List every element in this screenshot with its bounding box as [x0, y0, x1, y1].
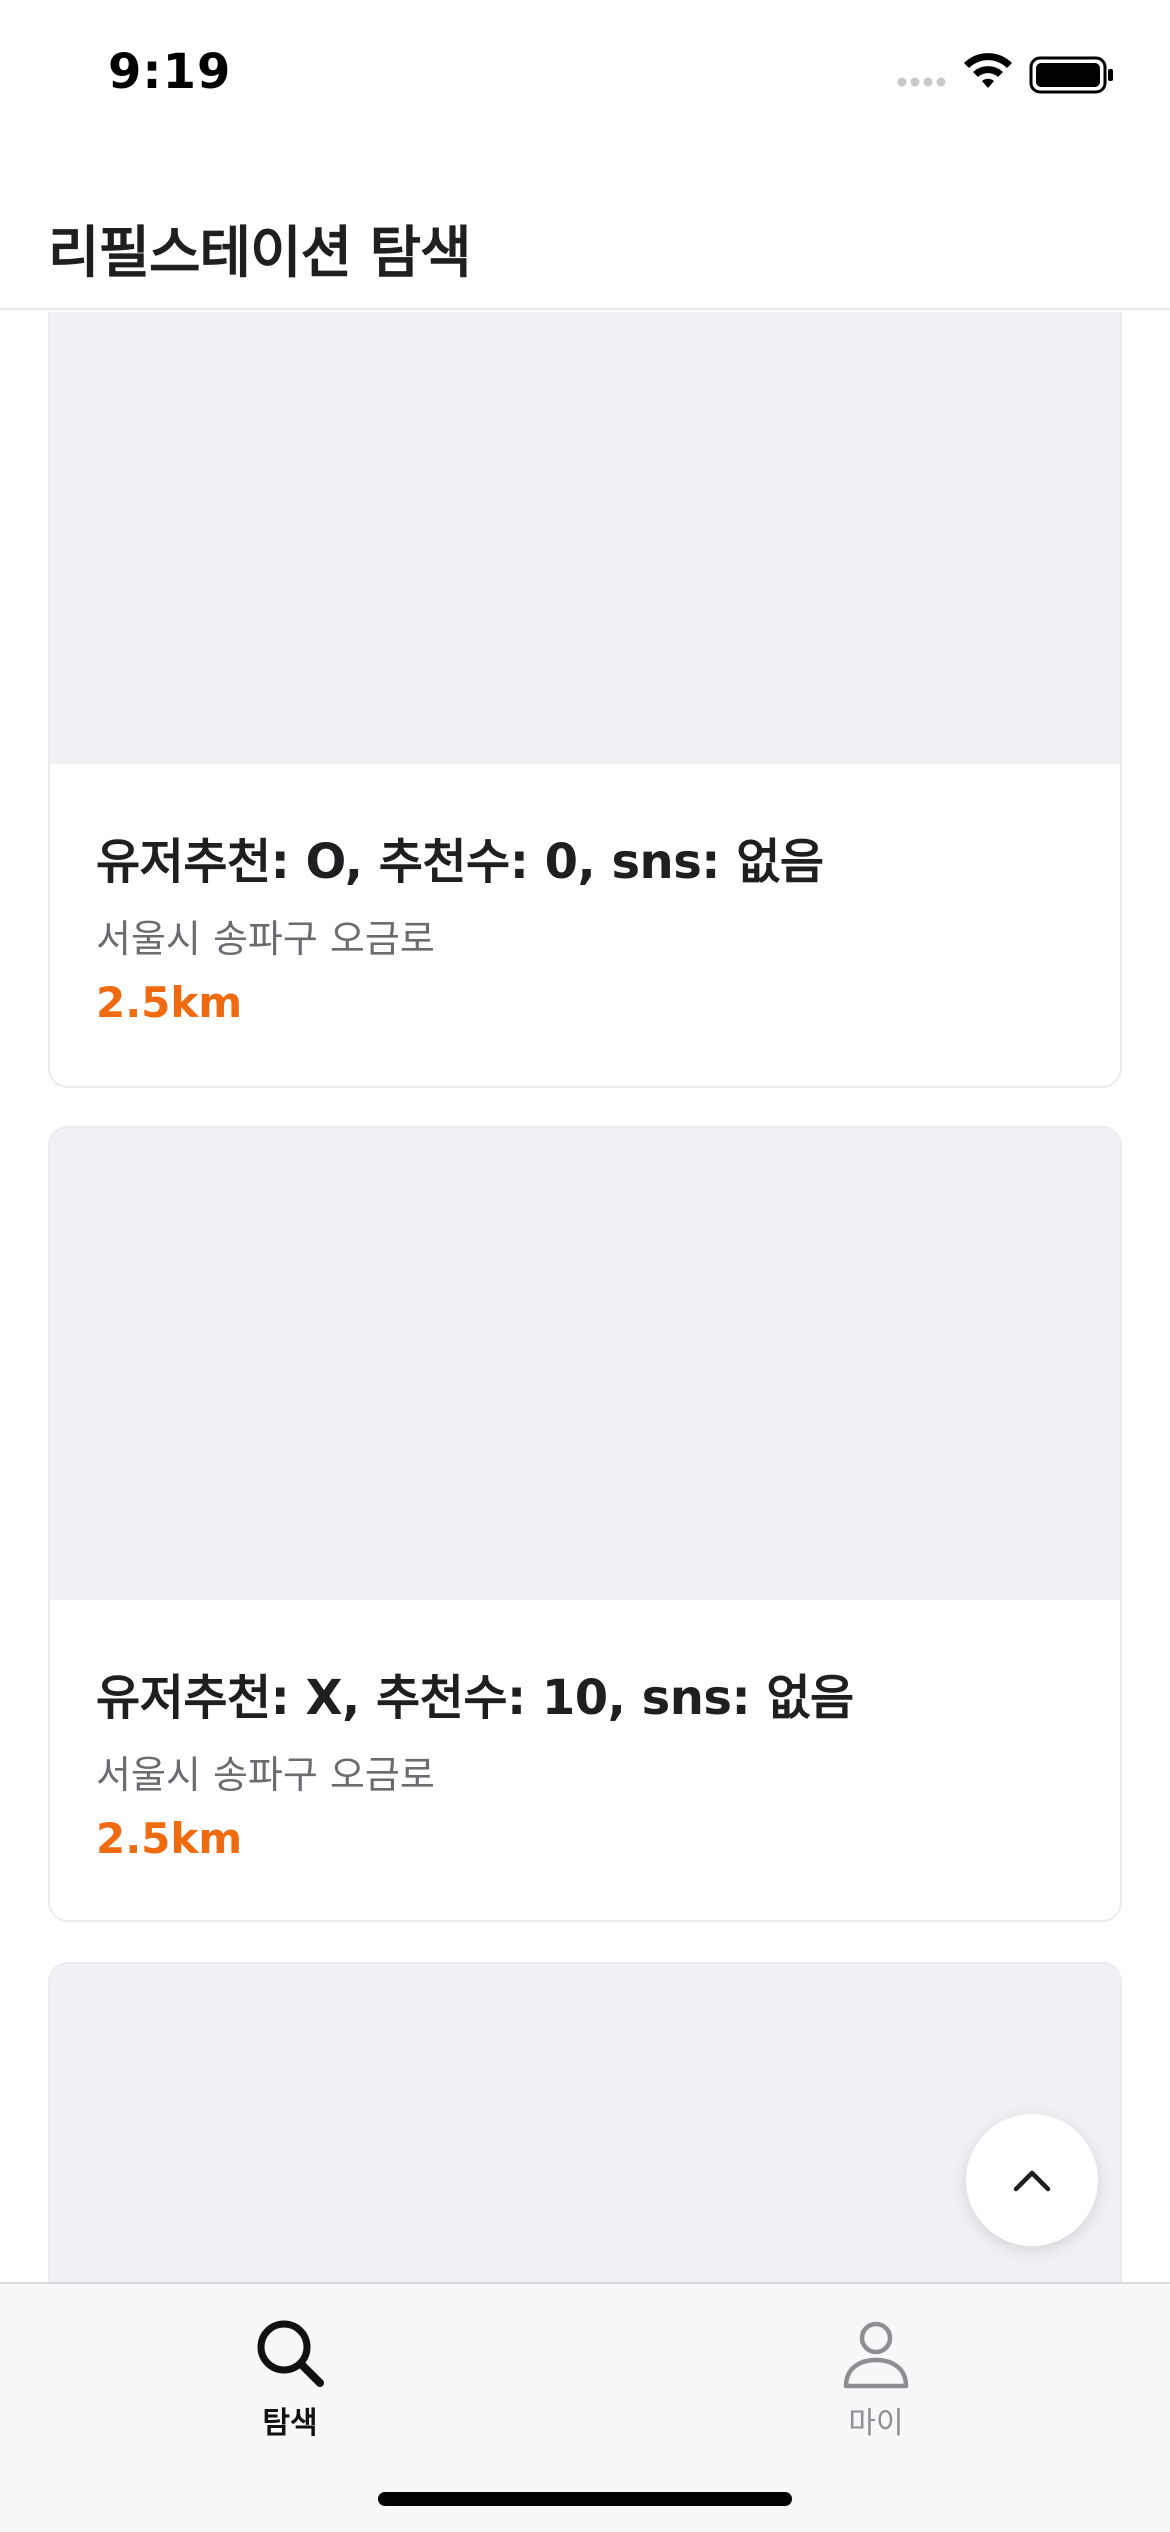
station-distance: 2.5km — [96, 978, 243, 1027]
station-image — [50, 312, 1120, 764]
wifi-icon — [964, 53, 1012, 88]
app-screen: 9:19 리필스테이션 탐색 유저추천: O, 추천수: 0, sns: 없음 … — [0, 0, 1170, 2532]
tab-explore-label: 탐색 — [262, 2406, 318, 2441]
tab-bar: 탐색 마이 — [0, 2282, 1170, 2532]
station-card[interactable] — [48, 1962, 1122, 2282]
status-time: 9:19 — [108, 44, 232, 100]
station-title: 유저추천: X, 추천수: 10, sns: 없음 — [96, 1670, 854, 1726]
page-title: 리필스테이션 탐색 — [48, 221, 472, 286]
status-icons — [897, 53, 1113, 94]
signal-icon — [897, 77, 946, 87]
status-bar: 9:19 — [0, 0, 1170, 150]
tab-my-label: 마이 — [848, 2406, 904, 2441]
nav-header: 리필스테이션 탐색 — [0, 150, 1170, 310]
station-distance: 2.5km — [96, 1814, 243, 1863]
home-indicator — [378, 2492, 792, 2506]
battery-icon — [1029, 56, 1113, 94]
station-list[interactable]: 유저추천: O, 추천수: 0, sns: 없음 서울시 송파구 오금로 2.5… — [0, 312, 1170, 2282]
tab-my[interactable]: 마이 — [746, 2298, 1006, 2441]
station-address: 서울시 송파구 오금로 — [96, 1753, 435, 1797]
scroll-to-top-button[interactable] — [966, 2114, 1098, 2246]
station-card[interactable]: 유저추천: O, 추천수: 0, sns: 없음 서울시 송파구 오금로 2.5… — [48, 312, 1122, 1088]
station-address: 서울시 송파구 오금로 — [96, 917, 435, 961]
chevron-up-icon — [1013, 2170, 1051, 2192]
tab-explore[interactable]: 탐색 — [160, 2298, 420, 2441]
station-card-body: 유저추천: O, 추천수: 0, sns: 없음 서울시 송파구 오금로 2.5… — [50, 764, 1120, 1086]
station-image — [50, 1128, 1120, 1600]
station-image — [50, 1964, 1120, 2282]
station-card[interactable]: 유저추천: X, 추천수: 10, sns: 없음 서울시 송파구 오금로 2.… — [48, 1126, 1122, 1922]
station-title: 유저추천: O, 추천수: 0, sns: 없음 — [96, 834, 824, 890]
search-icon — [257, 2320, 324, 2387]
person-icon — [843, 2321, 909, 2389]
station-card-body: 유저추천: X, 추천수: 10, sns: 없음 서울시 송파구 오금로 2.… — [50, 1600, 1120, 1920]
